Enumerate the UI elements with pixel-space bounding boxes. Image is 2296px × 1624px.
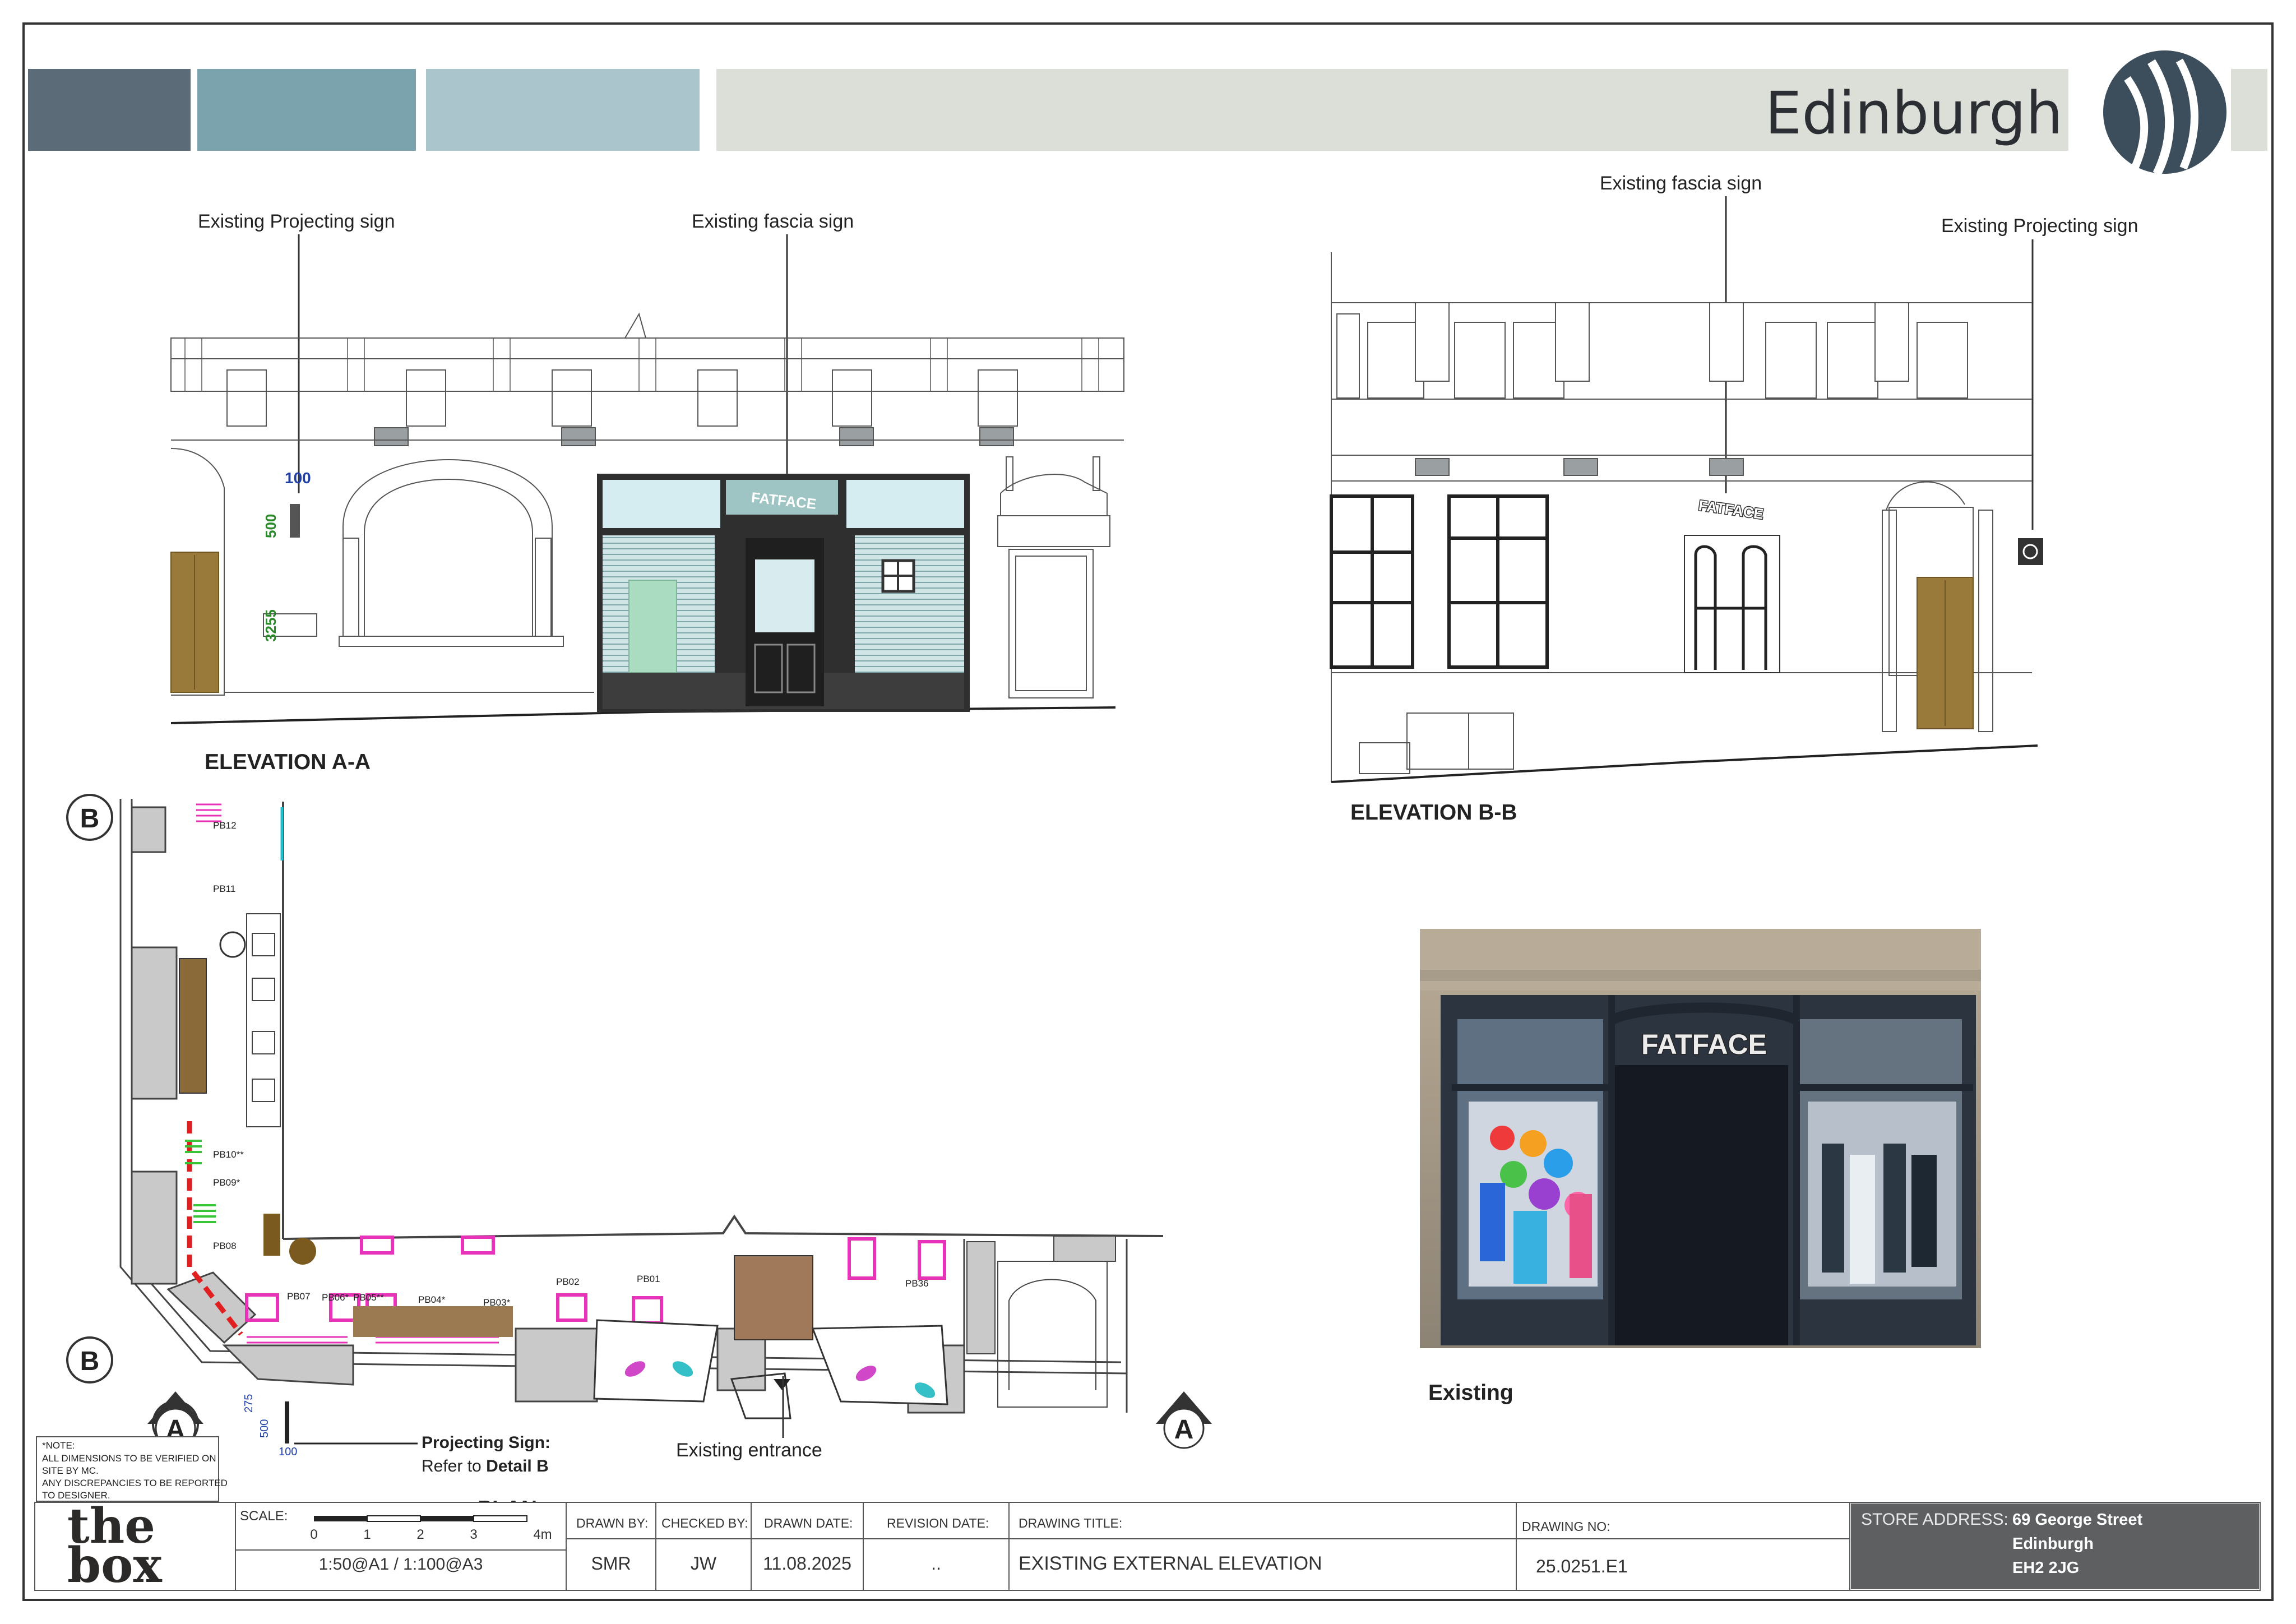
plan-dim-500: 500 <box>258 1419 271 1438</box>
scale-label: SCALE: <box>240 1509 288 1524</box>
elevation-b-projecting-sign <box>2018 538 2043 565</box>
elevation-b-sign: FATFACE <box>1697 497 1765 522</box>
svg-text:1: 1 <box>363 1527 371 1542</box>
elevation-a-shopfront <box>597 474 970 712</box>
svg-text:ALL DIMENSIONS TO BE VERIFIED: ALL DIMENSIONS TO BE VERIFIED ON <box>42 1453 216 1464</box>
bay-pb03: PB03* <box>483 1297 511 1308</box>
bay-pb05: PB05** <box>353 1292 384 1303</box>
svg-text:ANY DISCREPANCIES TO BE REPORT: ANY DISCREPANCIES TO BE REPORTED <box>42 1478 228 1488</box>
elevation-a-dim-100: 100 <box>285 469 311 487</box>
elevation-a-dim-3255: 3255 <box>262 609 279 642</box>
drawn-by-label: DRAWN BY: <box>576 1516 648 1530</box>
bay-pb07: PB07 <box>287 1291 311 1302</box>
svg-text:*NOTE:: *NOTE: <box>42 1440 75 1451</box>
company-logo: the box <box>67 1498 162 1594</box>
drawing-sheet: Edinburgh Existing Projecting sign Exist… <box>22 22 2274 1601</box>
bay-pb02: PB02 <box>556 1276 580 1287</box>
elevation-b-title: ELEVATION B-B <box>1350 801 1517 825</box>
header-swatch-2 <box>197 69 416 151</box>
svg-text:2: 2 <box>416 1527 424 1542</box>
svg-text:SITE BY MC.: SITE BY MC. <box>42 1465 99 1476</box>
existing-photo: FATFACE Existing <box>1420 929 1981 1405</box>
elevation-a-label-projecting: Existing Projecting sign <box>198 211 395 232</box>
store-address-line-2: Edinburgh <box>2012 1535 2094 1553</box>
elevation-b-label-projecting: Existing Projecting sign <box>1941 215 2138 237</box>
svg-text:box: box <box>67 1537 162 1594</box>
brand-logo <box>2103 50 2226 176</box>
elevation-a-side-door <box>997 456 1110 698</box>
elevation-a: Existing Projecting sign Existing fascia… <box>170 211 1124 774</box>
bay-pb10: PB10** <box>213 1149 244 1160</box>
title-block: the box SCALE: 0 1 2 3 4m 1:50@A1 / 1:10… <box>34 1498 2261 1594</box>
bay-pb11: PB11 <box>213 883 235 894</box>
drawing-title-label: DRAWING TITLE: <box>1019 1516 1122 1530</box>
elevation-a-label-fascia: Existing fascia sign <box>692 211 854 232</box>
scale-value: 1:50@A1 / 1:100@A3 <box>319 1555 483 1574</box>
svg-text:B: B <box>80 804 100 834</box>
plan-dim-275: 275 <box>243 1394 255 1413</box>
drawing-no-label: DRAWING NO: <box>1522 1519 1610 1534</box>
elevation-b-facade <box>1330 252 2038 783</box>
bay-pb36: PB36 <box>905 1278 929 1289</box>
bay-pb09: PB09* <box>213 1177 240 1188</box>
header-bar: Edinburgh <box>28 50 2267 176</box>
header-swatch-1 <box>28 69 191 151</box>
plan: B B A A PB12 PB11 PB10** PB09* PB08 PB07… <box>36 794 1212 1521</box>
store-address-line-3: EH2 2JG <box>2012 1559 2079 1577</box>
bay-pb04: PB04* <box>418 1294 446 1305</box>
elevation-b-label-fascia: Existing fascia sign <box>1600 173 1762 194</box>
page-title: Edinburgh <box>1765 79 2063 147</box>
bay-pb08: PB08 <box>213 1241 237 1251</box>
checked-by-value: JW <box>691 1553 717 1574</box>
plan-stair <box>179 958 207 1094</box>
drawing-no-value: 25.0251.E1 <box>1536 1556 1628 1576</box>
store-address-label: STORE ADDRESS: <box>1861 1510 2008 1529</box>
svg-text:3: 3 <box>470 1527 477 1542</box>
svg-text:A: A <box>1174 1415 1194 1445</box>
header-swatch-3 <box>426 69 700 151</box>
existing-photo-sign: FATFACE <box>1641 1029 1767 1060</box>
plan-projecting-title: Projecting Sign: <box>422 1433 550 1452</box>
bay-pb01: PB01 <box>637 1274 660 1284</box>
plan-entrance-label: Existing entrance <box>676 1440 822 1461</box>
revision-date-label: REVISION DATE: <box>887 1516 989 1530</box>
plan-dim-100: 100 <box>279 1446 297 1458</box>
drawing-title-value: EXISTING EXTERNAL ELEVATION <box>1019 1553 1322 1574</box>
elevation-a-title: ELEVATION A-A <box>205 750 371 774</box>
svg-text:B: B <box>80 1347 100 1376</box>
bay-pb06: PB06* <box>322 1292 349 1303</box>
svg-text:4m: 4m <box>533 1527 552 1542</box>
store-address-line-1: 69 George Street <box>2012 1511 2142 1529</box>
revision-date-value: .. <box>931 1553 941 1574</box>
section-marker-a-right: A <box>1156 1391 1212 1449</box>
elevation-a-dim-500: 500 <box>262 514 279 538</box>
bay-pb12: PB12 <box>213 820 237 831</box>
drawn-date-value: 11.08.2025 <box>763 1553 851 1574</box>
existing-photo-caption: Existing <box>1428 1381 1513 1405</box>
plan-note: *NOTE: ALL DIMENSIONS TO BE VERIFIED ON … <box>36 1436 228 1502</box>
section-marker-b-top: B <box>66 794 113 841</box>
drawn-date-label: DRAWN DATE: <box>764 1516 853 1530</box>
section-marker-b-bottom: B <box>66 1336 113 1384</box>
drawn-by-value: SMR <box>591 1553 631 1574</box>
checked-by-label: CHECKED BY: <box>661 1516 748 1530</box>
plan-projecting-refer: Refer to Detail B <box>422 1457 549 1475</box>
svg-text:0: 0 <box>310 1527 317 1542</box>
elevation-b: Existing fascia sign Existing Projecting… <box>1330 173 2138 825</box>
